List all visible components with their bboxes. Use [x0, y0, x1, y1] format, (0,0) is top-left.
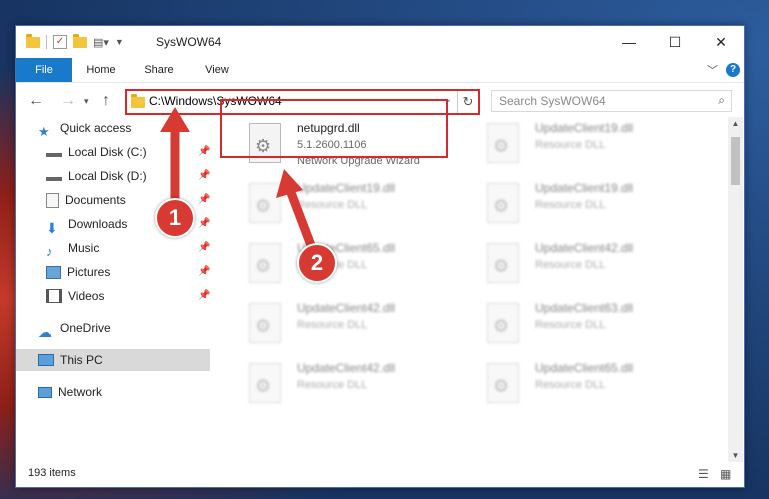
callout-2: 2 [297, 243, 337, 283]
annotation-arrows [160, 107, 317, 250]
arrow-2-shaft [285, 188, 317, 250]
arrow-1-head [160, 107, 190, 132]
arrow-2-head [276, 169, 303, 198]
callout-1: 1 [155, 198, 195, 238]
